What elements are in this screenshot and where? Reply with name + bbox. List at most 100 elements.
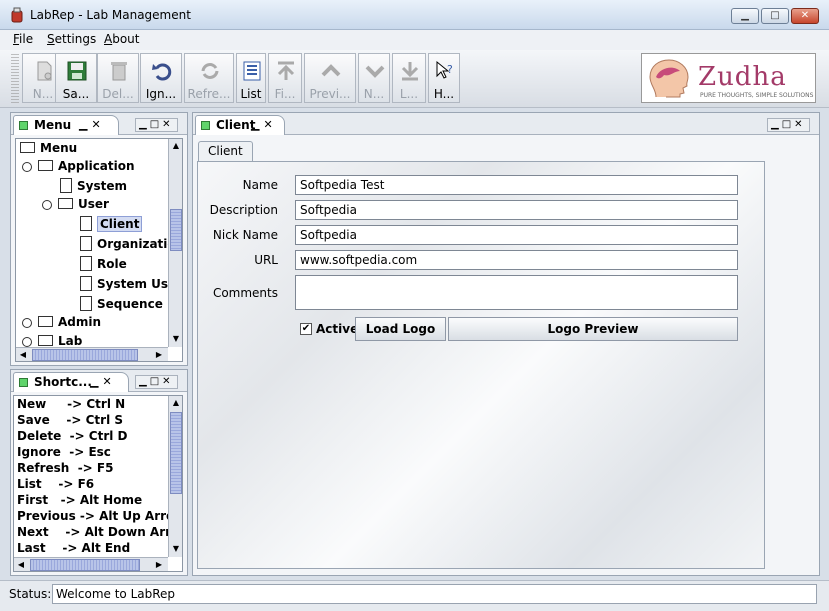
tree-node-client[interactable]: Client xyxy=(80,216,143,232)
folder-icon xyxy=(20,142,35,153)
inner-tab-client[interactable]: Client xyxy=(198,141,253,161)
document-icon xyxy=(80,236,92,251)
folder-icon xyxy=(38,160,53,171)
shortcuts-horizontal-scrollbar[interactable]: ◀ ▶ xyxy=(14,557,168,571)
expand-user-icon[interactable] xyxy=(42,200,52,210)
menu-panel-window-controls[interactable]: ▁□✕ xyxy=(135,118,178,132)
url-field[interactable]: www.softpedia.com xyxy=(295,250,738,270)
load-logo-button[interactable]: Load Logo xyxy=(355,317,446,341)
tab-client[interactable]: Client ▁✕ xyxy=(195,115,285,135)
last-icon xyxy=(401,62,419,81)
shortcut-list: List -> F6 xyxy=(17,477,95,491)
shortcut-new: New -> Ctrl N xyxy=(17,397,126,411)
tree-node-system[interactable]: System xyxy=(60,178,127,193)
first-button[interactable]: Fi... xyxy=(268,53,302,103)
list-button-label: List xyxy=(240,87,262,101)
tab-shortcuts-controls[interactable]: ▁✕ xyxy=(90,375,116,388)
expand-lab-icon[interactable] xyxy=(22,337,32,347)
list-button[interactable]: List xyxy=(236,53,266,103)
delete-button[interactable]: Del... xyxy=(97,53,139,103)
scroll-left-icon[interactable]: ◀ xyxy=(14,558,28,571)
description-label: Description xyxy=(209,203,278,217)
shortcut-first: First -> Alt Home xyxy=(17,493,143,507)
menu-settings[interactable]: Settings xyxy=(47,32,96,46)
tree-node-lab[interactable]: Lab xyxy=(38,334,82,348)
expand-admin-icon[interactable] xyxy=(22,318,32,328)
tree-node-system-user[interactable]: System User xyxy=(80,276,182,291)
document-icon xyxy=(80,216,92,231)
logo-preview-button[interactable]: Logo Preview xyxy=(448,317,738,341)
tab-shortcuts[interactable]: Shortc... ▁✕ xyxy=(13,372,129,392)
tree-node-application[interactable]: Application xyxy=(38,159,135,173)
help-icon: ? xyxy=(436,60,453,79)
next-button[interactable]: N... xyxy=(358,53,390,103)
tree-node-sequence[interactable]: Sequence xyxy=(80,296,163,311)
save-icon xyxy=(67,61,87,81)
refresh-button-label: Refre... xyxy=(187,87,231,101)
logo-name: Zudha xyxy=(698,62,787,92)
menu-horizontal-scrollbar[interactable]: ◀ ▶ xyxy=(16,347,168,361)
save-button[interactable]: Sa... xyxy=(55,53,97,103)
previous-button[interactable]: Previ... xyxy=(304,53,356,103)
trash-icon xyxy=(111,62,127,81)
shortcuts-scroll-thumb[interactable] xyxy=(170,412,182,494)
client-panel-window-controls[interactable]: ▁□✕ xyxy=(767,118,810,132)
client-panel: Client ▁✕ ▁□✕ Client Name Softpedia Test… xyxy=(192,112,820,576)
tree-node-admin[interactable]: Admin xyxy=(38,315,101,329)
scroll-up-icon[interactable]: ▲ xyxy=(169,396,182,410)
tree-node-menu[interactable]: Menu xyxy=(20,141,77,155)
menu-panel-tabbar: Menu ▁✕ ▁□✕ xyxy=(11,113,187,135)
menu-file[interactable]: File xyxy=(13,32,33,46)
save-button-label: Sa... xyxy=(62,87,90,101)
minimize-button[interactable]: ▁ xyxy=(731,8,759,24)
delete-button-label: Del... xyxy=(102,87,134,101)
scroll-down-icon[interactable]: ▼ xyxy=(169,542,182,556)
tab-client-label: Client xyxy=(216,118,256,132)
tab-menu-controls[interactable]: ▁✕ xyxy=(79,118,105,131)
shortcut-ignore: Ignore -> Esc xyxy=(17,445,111,459)
toolbar-grip[interactable] xyxy=(11,54,19,104)
scroll-left-icon[interactable]: ◀ xyxy=(16,348,30,361)
new-doc-icon xyxy=(37,61,52,81)
menu-scroll-thumb[interactable] xyxy=(170,209,182,251)
description-field[interactable]: Softpedia xyxy=(295,200,738,220)
scroll-up-icon[interactable]: ▲ xyxy=(169,139,182,153)
shortcuts-vertical-scrollbar[interactable]: ▲ ▼ xyxy=(168,396,182,557)
help-button[interactable]: ? H... xyxy=(428,53,460,103)
shortcuts-hscroll-thumb[interactable] xyxy=(30,559,140,571)
window-title: LabRep - Lab Management xyxy=(30,8,191,22)
nickname-field[interactable]: Softpedia xyxy=(295,225,738,245)
ignore-button[interactable]: Ign... xyxy=(140,53,182,103)
scroll-down-icon[interactable]: ▼ xyxy=(169,332,182,346)
scroll-right-icon[interactable]: ▶ xyxy=(152,558,166,571)
menu-tree[interactable]: Menu Application System User Client Orga… xyxy=(15,138,183,362)
tree-node-role[interactable]: Role xyxy=(80,256,127,271)
tree-node-user[interactable]: User xyxy=(58,197,109,211)
menu-panel: Menu ▁✕ ▁□✕ Menu Application System User… xyxy=(10,112,188,366)
last-button[interactable]: L... xyxy=(392,53,426,103)
expand-application-icon[interactable] xyxy=(22,162,32,172)
tree-node-label: Lab xyxy=(58,334,83,348)
tab-client-controls[interactable]: ▁✕ xyxy=(251,118,277,131)
refresh-icon xyxy=(201,63,219,79)
name-field[interactable]: Softpedia Test xyxy=(295,175,738,195)
menu-about[interactable]: About xyxy=(104,32,140,46)
maximize-button[interactable]: □ xyxy=(761,8,789,24)
active-checkbox[interactable]: ✔ xyxy=(300,323,312,335)
shortcuts-panel-window-controls[interactable]: ▁□✕ xyxy=(135,375,178,389)
menu-hscroll-thumb[interactable] xyxy=(32,349,138,361)
tab-menu-label: Menu xyxy=(34,118,72,132)
shortcut-refresh: Refresh -> F5 xyxy=(17,461,114,475)
menu-vertical-scrollbar[interactable]: ▲ ▼ xyxy=(168,139,182,347)
shortcuts-panel-tabbar: Shortc... ▁✕ ▁□✕ xyxy=(11,370,187,392)
active-square-icon xyxy=(19,121,28,130)
close-button[interactable]: ✕ xyxy=(791,8,819,24)
shortcuts-list: New -> Ctrl N Save -> Ctrl S Delete -> C… xyxy=(13,395,183,572)
client-form: Name Softpedia Test Description Softpedi… xyxy=(197,161,765,569)
scroll-right-icon[interactable]: ▶ xyxy=(152,348,166,361)
refresh-button[interactable]: Refre... xyxy=(184,53,234,103)
comments-field[interactable] xyxy=(295,275,738,310)
shortcut-last: Last -> Alt End xyxy=(17,541,131,555)
comments-label: Comments xyxy=(212,286,278,300)
tab-menu[interactable]: Menu ▁✕ xyxy=(13,115,119,135)
